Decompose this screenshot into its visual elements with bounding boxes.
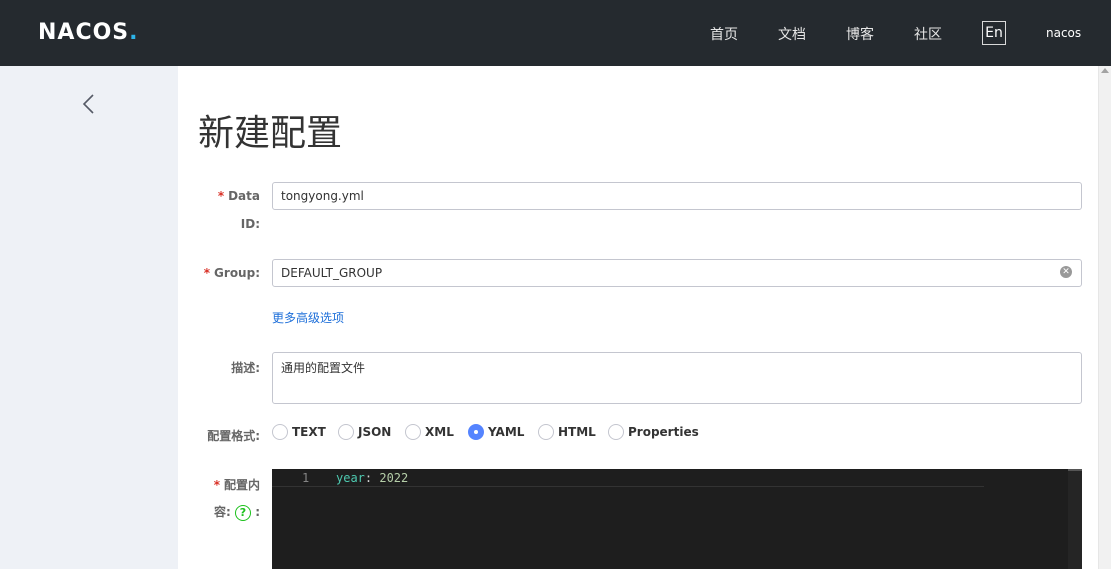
required-mark: * [217, 189, 225, 203]
clear-circle-icon[interactable]: ✕ [1060, 266, 1072, 278]
logo-dot: . [129, 20, 139, 45]
content-label: * 配置内 [213, 478, 260, 492]
radio-circle[interactable] [608, 424, 624, 440]
nav-home[interactable]: 首页 [710, 24, 738, 44]
format-radio-text[interactable]: TEXT [272, 424, 326, 440]
format-radio-xml[interactable]: XML [405, 424, 454, 440]
nav-community[interactable]: 社区 [914, 24, 942, 44]
format-radio-yaml[interactable]: YAML [468, 424, 524, 440]
format-radio-properties[interactable]: Properties [608, 424, 699, 440]
line-number: 1 [302, 471, 310, 485]
radio-circle[interactable] [405, 424, 421, 440]
scroll-up-arrow-icon[interactable] [1101, 68, 1109, 73]
radio-circle-checked[interactable] [468, 424, 484, 440]
group-input[interactable]: DEFAULT_GROUP [272, 259, 1082, 287]
code-text[interactable]: year: 2022 [336, 471, 408, 485]
description-textarea[interactable]: 通用的配置文件 [272, 352, 1082, 404]
data-id-label: * Data [217, 189, 260, 203]
nav-docs[interactable]: 文档 [778, 24, 806, 44]
group-label: * Group: [203, 266, 260, 280]
format-radio-json[interactable]: JSON [338, 424, 391, 440]
sidebar [0, 66, 178, 569]
language-switch-button[interactable]: En [982, 21, 1006, 45]
user-name[interactable]: nacos [1046, 26, 1081, 40]
data-id-label-cont: ID: [240, 217, 260, 231]
radio-circle[interactable] [538, 424, 554, 440]
config-content-editor[interactable]: 1 year: 2022 [272, 469, 1082, 569]
top-navigation-bar: NACOS. 首页 文档 博客 社区 En nacos [0, 0, 1111, 66]
required-mark: * [213, 478, 220, 492]
nacos-logo[interactable]: NACOS. [38, 20, 139, 45]
radio-circle[interactable] [338, 424, 354, 440]
more-advanced-options-link[interactable]: 更多高级选项 [272, 309, 344, 326]
description-label: 描述: [231, 361, 260, 375]
logo-text: NACOS [38, 20, 130, 45]
page-scrollbar[interactable] [1098, 66, 1111, 569]
required-mark: * [203, 266, 211, 280]
editor-line[interactable]: 1 year: 2022 [272, 469, 984, 487]
format-label: 配置格式: [207, 429, 260, 443]
editor-scrollbar-thumb[interactable] [1068, 469, 1082, 471]
content-label-cont: 容: ? : [214, 504, 260, 521]
chevron-left-icon[interactable] [80, 92, 98, 116]
data-id-input[interactable]: tongyong.yml [272, 182, 1082, 210]
nav-blog[interactable]: 博客 [846, 24, 874, 44]
radio-circle[interactable] [272, 424, 288, 440]
format-radio-html[interactable]: HTML [538, 424, 596, 440]
editor-scrollbar[interactable] [1068, 469, 1082, 569]
question-circle-icon[interactable]: ? [235, 504, 251, 521]
page-title: 新建配置 [198, 113, 343, 154]
